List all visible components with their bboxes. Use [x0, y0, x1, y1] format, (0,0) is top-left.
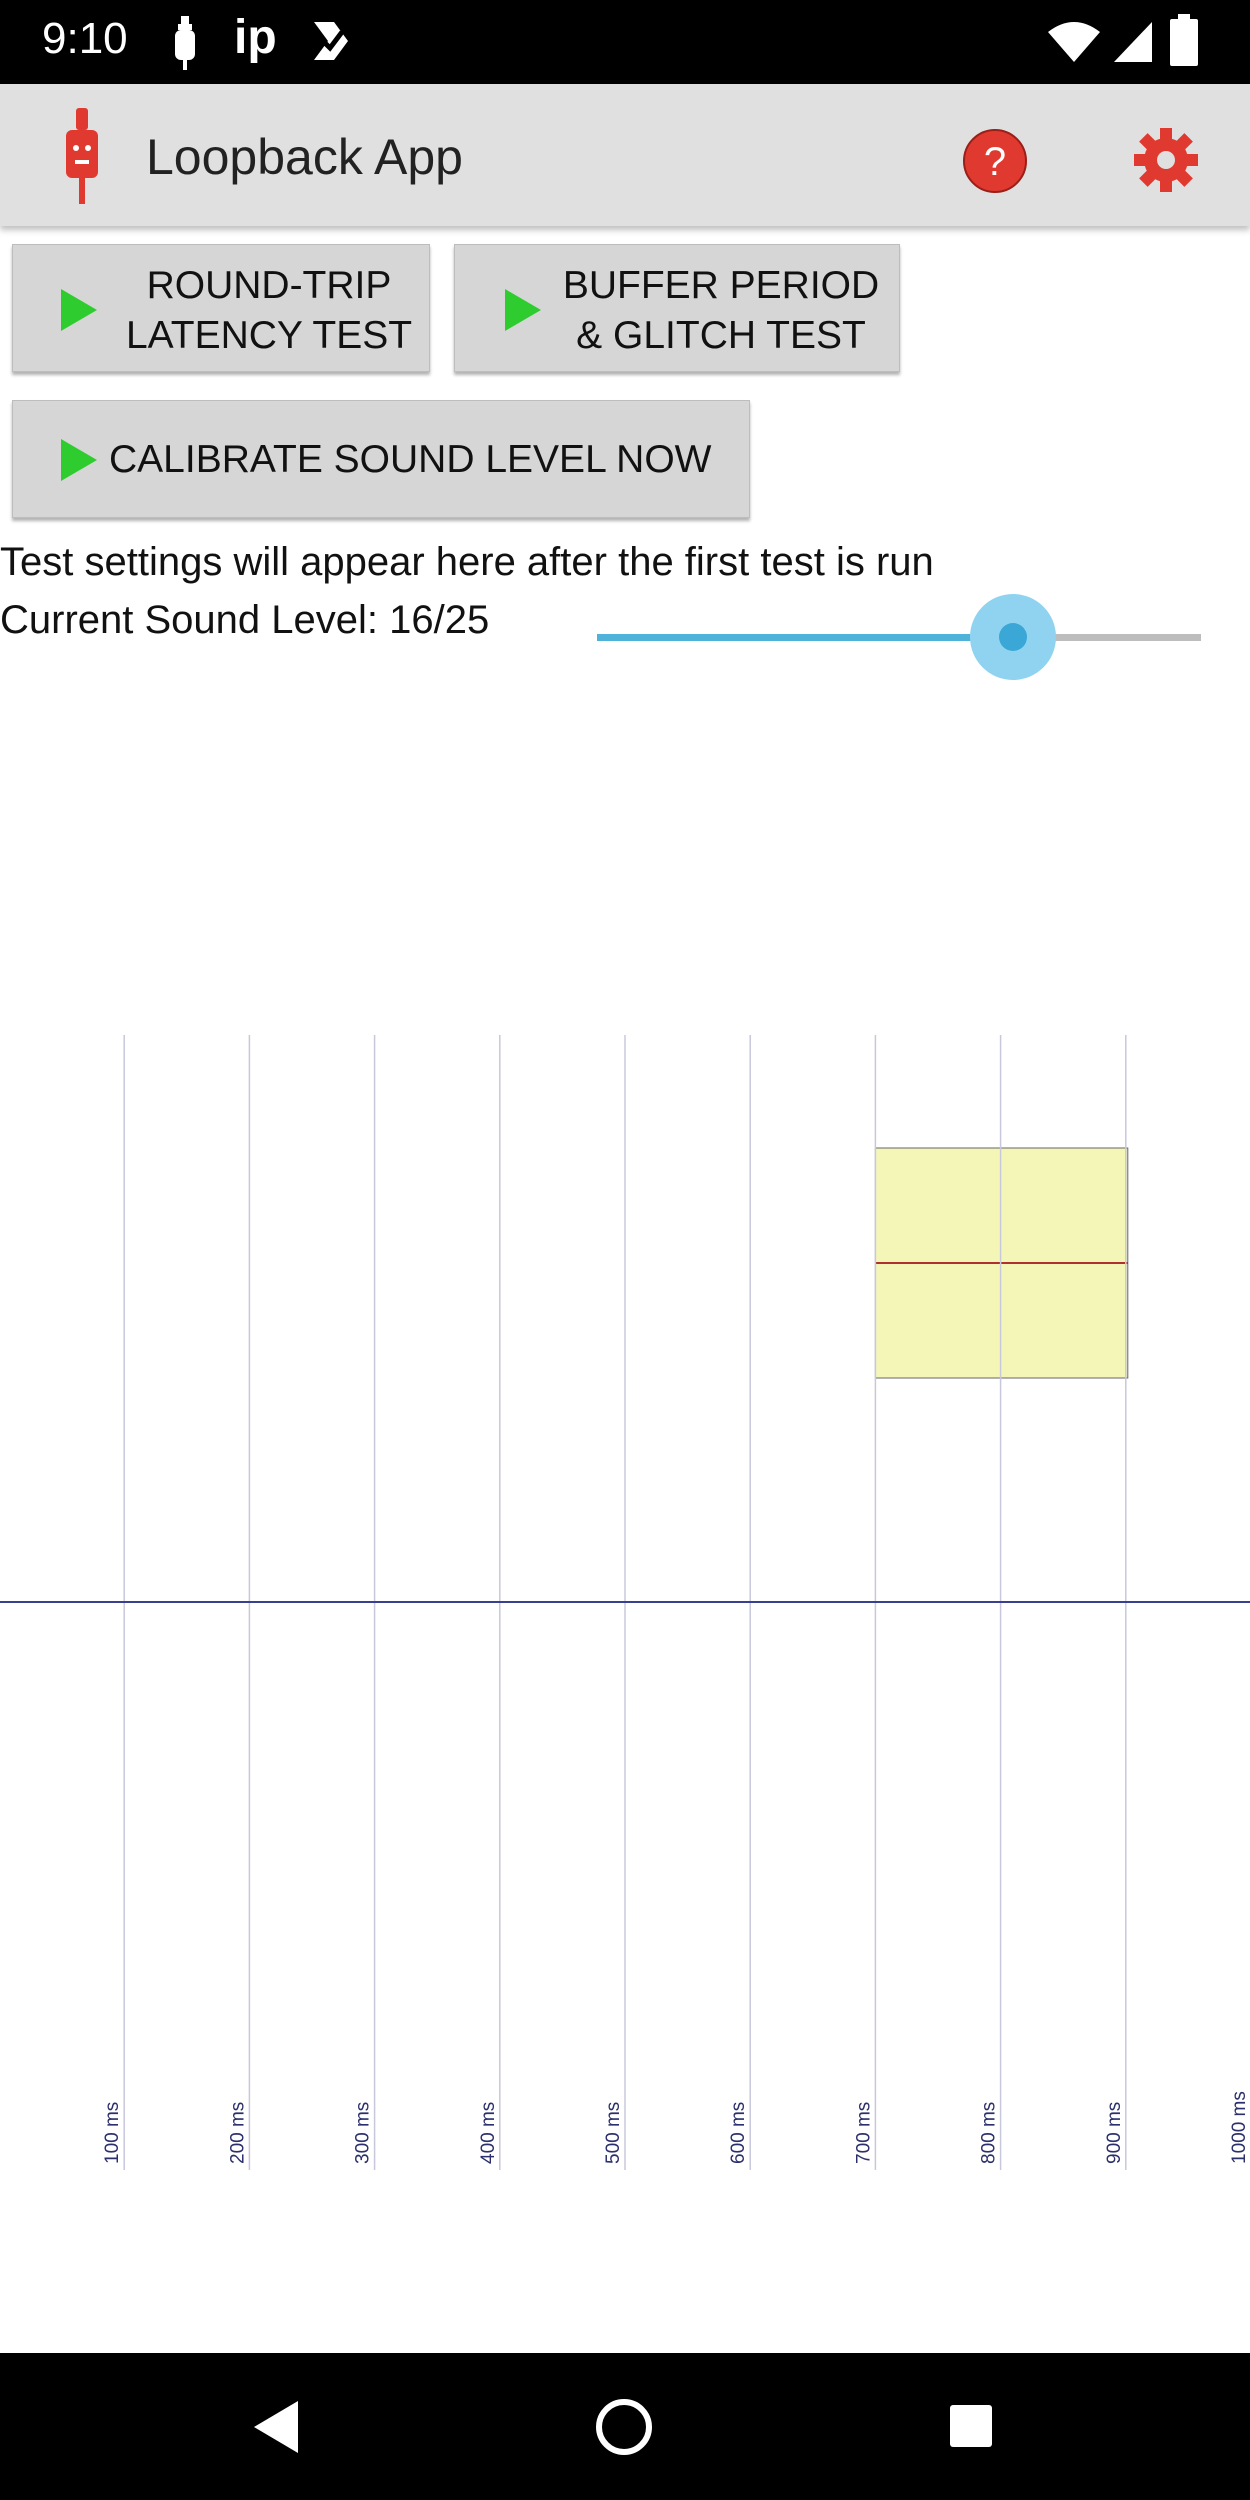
recents-icon[interactable]: [948, 2403, 994, 2449]
app-bar: Loopback App ?: [0, 84, 1250, 226]
status-carrier-text: ip: [234, 11, 277, 64]
slider-fill: [597, 634, 1013, 641]
calibrate-sound-level-button[interactable]: CALIBRATE SOUND LEVEL NOW: [12, 400, 750, 518]
x-tick-label: 100 ms: [102, 2102, 123, 2164]
buffer-label-line1: BUFFER PERIOD: [562, 264, 880, 307]
svg-text:?: ?: [984, 140, 1006, 184]
status-time: 9:10: [42, 14, 128, 63]
sound-level-text: Current Sound Level: 16/25: [0, 598, 490, 642]
slider-thumb[interactable]: [999, 623, 1027, 651]
x-tick-label: 800 ms: [979, 2102, 1000, 2164]
back-icon[interactable]: [252, 2399, 302, 2455]
settings-icon[interactable]: [1132, 126, 1200, 194]
battery-icon: [1170, 14, 1198, 66]
wifi-icon: [1048, 22, 1100, 62]
round-trip-label-line1: ROUND-TRIP: [146, 264, 392, 307]
check-icon: [314, 22, 348, 60]
x-tick-label: 1000 ms: [1229, 2091, 1250, 2164]
test-settings-text: Test settings will appear here after the…: [0, 540, 934, 584]
x-tick-label: 600 ms: [728, 2102, 749, 2164]
cell-signal-icon: [1114, 22, 1152, 62]
navigation-bar: [0, 2353, 1250, 2500]
play-icon: [61, 439, 97, 481]
x-tick-label: 900 ms: [1104, 2102, 1125, 2164]
round-trip-label-line2: LATENCY TEST: [125, 314, 413, 357]
app-logo-icon: [66, 108, 98, 204]
status-bar: 9:10 ip: [0, 0, 1250, 84]
play-icon: [505, 289, 541, 331]
glitch-chart: 100 ms 200 ms 300 ms 400 ms 500 ms 600 ms 700 …: [0, 1035, 1250, 2170]
usb-debug-icon: [175, 16, 195, 70]
x-tick-label: 700 ms: [853, 2102, 874, 2164]
calibrate-label: CALIBRATE SOUND LEVEL NOW: [109, 438, 712, 481]
x-tick-label: 500 ms: [603, 2102, 624, 2164]
app-title: Loopback App: [146, 129, 463, 185]
sound-level-slider[interactable]: [597, 594, 1201, 680]
x-tick-label: 300 ms: [353, 2102, 374, 2164]
help-icon[interactable]: ?: [962, 128, 1028, 194]
x-tick-label: 400 ms: [478, 2102, 499, 2164]
buffer-period-glitch-test-button[interactable]: BUFFER PERIOD & GLITCH TEST: [454, 244, 900, 372]
buffer-label-line2: & GLITCH TEST: [576, 314, 866, 357]
play-icon: [61, 289, 97, 331]
x-tick-label: 200 ms: [227, 2102, 248, 2164]
home-icon[interactable]: [594, 2397, 654, 2457]
round-trip-latency-test-button[interactable]: ROUND-TRIP LATENCY TEST: [12, 244, 430, 372]
